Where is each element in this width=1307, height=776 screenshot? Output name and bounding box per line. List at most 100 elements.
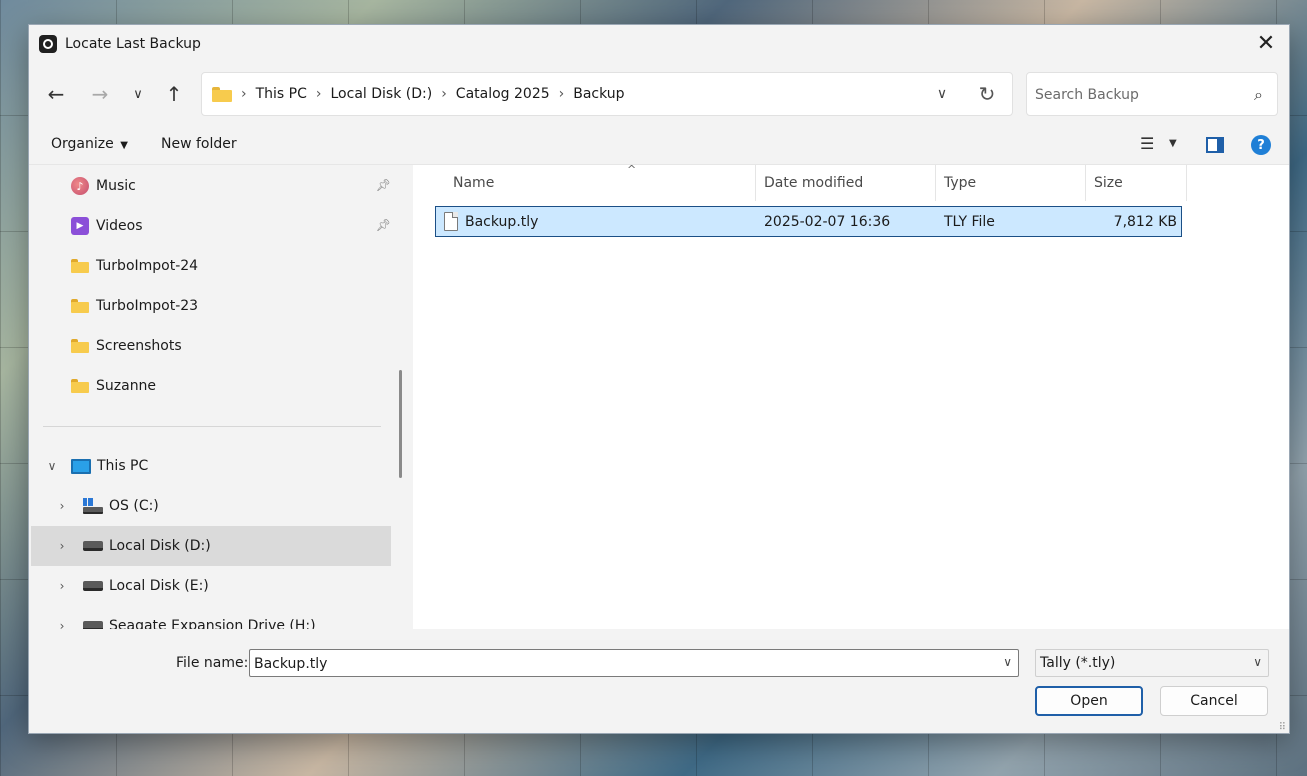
music-icon: ♪ (71, 177, 89, 195)
file-date-modified: 2025-02-07 16:36 (764, 214, 891, 230)
open-button[interactable]: Open (1035, 686, 1143, 716)
arrow-left-icon: ← (47, 82, 65, 106)
view-options-button[interactable]: ▼ (1169, 138, 1177, 149)
address-history-button[interactable]: ∨ (922, 86, 962, 102)
navigation-bar: ← → ∨ ↑ › This PC › Local Disk (D:) › Ca… (29, 63, 1289, 125)
list-view-icon: ☰ (1140, 134, 1155, 153)
breadcrumb-this-pc[interactable]: This PC (256, 86, 307, 102)
chevron-right-icon[interactable]: › (55, 499, 69, 513)
chevron-right-icon: › (241, 86, 247, 102)
sidebar-item-seagate-h[interactable]: › Seagate Expansion Drive (H:) (31, 606, 391, 629)
recent-locations-button[interactable]: ∨ (123, 79, 153, 109)
resize-grip-icon[interactable]: ⠿ (1279, 722, 1286, 733)
file-name: Backup.tly (465, 214, 539, 230)
sidebar-item-label: Videos (96, 218, 143, 234)
drive-icon (83, 581, 103, 591)
search-icon[interactable]: ⌕ (1254, 85, 1263, 105)
cancel-button[interactable]: Cancel (1160, 686, 1268, 716)
search-box: ⌕ (1026, 72, 1278, 116)
close-button[interactable]: ✕ (1243, 25, 1289, 61)
column-header-type[interactable]: Type (936, 165, 1086, 201)
sidebar-item-suzanne[interactable]: Suzanne (31, 366, 391, 406)
sidebar-item-local-disk-e[interactable]: › Local Disk (E:) (31, 566, 391, 606)
sidebar-item-label: This PC (97, 458, 149, 474)
sidebar-item-label: TurboImpot-24 (96, 258, 199, 274)
address-bar[interactable]: › This PC › Local Disk (D:) › Catalog 20… (201, 72, 1013, 116)
sidebar-item-label: Local Disk (E:) (109, 578, 209, 594)
folder-icon (71, 339, 89, 353)
organize-button[interactable]: Organize ▼ (51, 136, 128, 152)
drive-icon (83, 621, 103, 629)
sidebar-item-this-pc[interactable]: ∨ This PC (31, 446, 391, 486)
chevron-down-icon: ∨ (936, 86, 948, 102)
sidebar-item-label: Seagate Expansion Drive (H:) (109, 618, 316, 629)
sidebar-item-os-c[interactable]: › OS (C:) (31, 486, 391, 526)
window-title: Locate Last Backup (65, 36, 201, 52)
preview-pane-icon[interactable] (1206, 137, 1224, 153)
sidebar-item-videos[interactable]: ▶ Videos 📌︎ (31, 206, 391, 246)
address-actions: ∨ ↻ (922, 73, 1012, 115)
change-view-button[interactable]: ☰ (1140, 134, 1154, 153)
column-header-label: Type (944, 175, 977, 191)
table-row[interactable]: Backup.tly 2025-02-07 16:36 TLY File 7,8… (435, 206, 1182, 237)
chevron-right-icon[interactable]: › (55, 539, 69, 553)
sidebar-item-turboimpot-23[interactable]: TurboImpot-23 (31, 286, 391, 326)
caret-down-icon: ▼ (1169, 138, 1177, 149)
column-header-name[interactable]: ^ Name (445, 163, 756, 201)
column-header-label: Size (1094, 175, 1123, 191)
sidebar-item-label: TurboImpot-23 (96, 298, 199, 314)
arrow-right-icon: → (91, 82, 109, 106)
up-button[interactable]: ↑ (159, 79, 189, 109)
new-folder-button[interactable]: New folder (161, 136, 237, 152)
sidebar-item-screenshots[interactable]: Screenshots (31, 326, 391, 366)
file-open-dialog: Locate Last Backup ✕ ← → ∨ ↑ › This PC ›… (28, 24, 1290, 734)
chevron-right-icon[interactable]: › (55, 579, 69, 593)
search-input[interactable] (1035, 84, 1235, 106)
column-header-size[interactable]: Size (1086, 165, 1187, 201)
chevron-right-icon: › (315, 86, 322, 102)
back-button[interactable]: ← (41, 79, 71, 109)
chevron-right-icon: › (441, 86, 447, 102)
file-list: ^ Name Date modified Type Size Backup.tl… (413, 163, 1289, 629)
breadcrumb-catalog-2025[interactable]: Catalog 2025 (456, 86, 550, 102)
os-drive-icon (83, 498, 103, 514)
refresh-icon: ↻ (978, 82, 996, 106)
pin-icon[interactable]: 📌︎ (376, 178, 391, 192)
organize-label: Organize (51, 136, 114, 152)
sidebar-item-label: Local Disk (D:) (109, 538, 211, 554)
file-type-filter-value: Tally (*.tly) (1040, 655, 1116, 671)
folder-icon (71, 259, 89, 273)
refresh-button[interactable]: ↻ (962, 82, 1012, 106)
video-icon: ▶ (71, 217, 89, 235)
breadcrumb-backup[interactable]: Backup (573, 86, 624, 102)
chevron-down-icon: ∨ (133, 86, 143, 102)
folder-icon (71, 299, 89, 313)
column-header-date-modified[interactable]: Date modified (756, 165, 936, 201)
file-name-input[interactable] (254, 654, 984, 674)
app-icon (39, 35, 57, 53)
sidebar-item-label: Music (96, 178, 136, 194)
command-bar: Organize ▼ New folder ☰ ▼ ? (29, 125, 1289, 165)
pin-icon[interactable]: 📌︎ (376, 218, 391, 232)
chevron-down-icon[interactable]: ∨ (45, 459, 59, 473)
help-icon[interactable]: ? (1251, 135, 1271, 155)
arrow-up-icon: ↑ (165, 82, 183, 106)
chevron-down-icon[interactable]: ∨ (1003, 655, 1012, 669)
sidebar-scrollbar[interactable] (399, 370, 402, 478)
sidebar-item-music[interactable]: ♪ Music 📌︎ (31, 166, 391, 206)
chevron-right-icon[interactable]: › (55, 619, 69, 629)
breadcrumb-local-disk-d[interactable]: Local Disk (D:) (331, 86, 433, 102)
forward-button[interactable]: → (85, 79, 115, 109)
folder-icon (71, 379, 89, 393)
sidebar-divider (43, 426, 381, 427)
computer-icon (71, 458, 91, 474)
sidebar-item-turboimpot-24[interactable]: TurboImpot-24 (31, 246, 391, 286)
file-icon (444, 212, 458, 231)
title-bar: Locate Last Backup ✕ (29, 25, 1289, 63)
sidebar-item-label: Screenshots (96, 338, 182, 354)
file-name-label: File name: (176, 655, 249, 671)
sidebar-item-local-disk-d[interactable]: › Local Disk (D:) (31, 526, 391, 566)
file-type-filter[interactable]: Tally (*.tly) ∨ (1035, 649, 1269, 677)
file-type: TLY File (944, 214, 995, 230)
sidebar-item-label: OS (C:) (109, 498, 159, 514)
